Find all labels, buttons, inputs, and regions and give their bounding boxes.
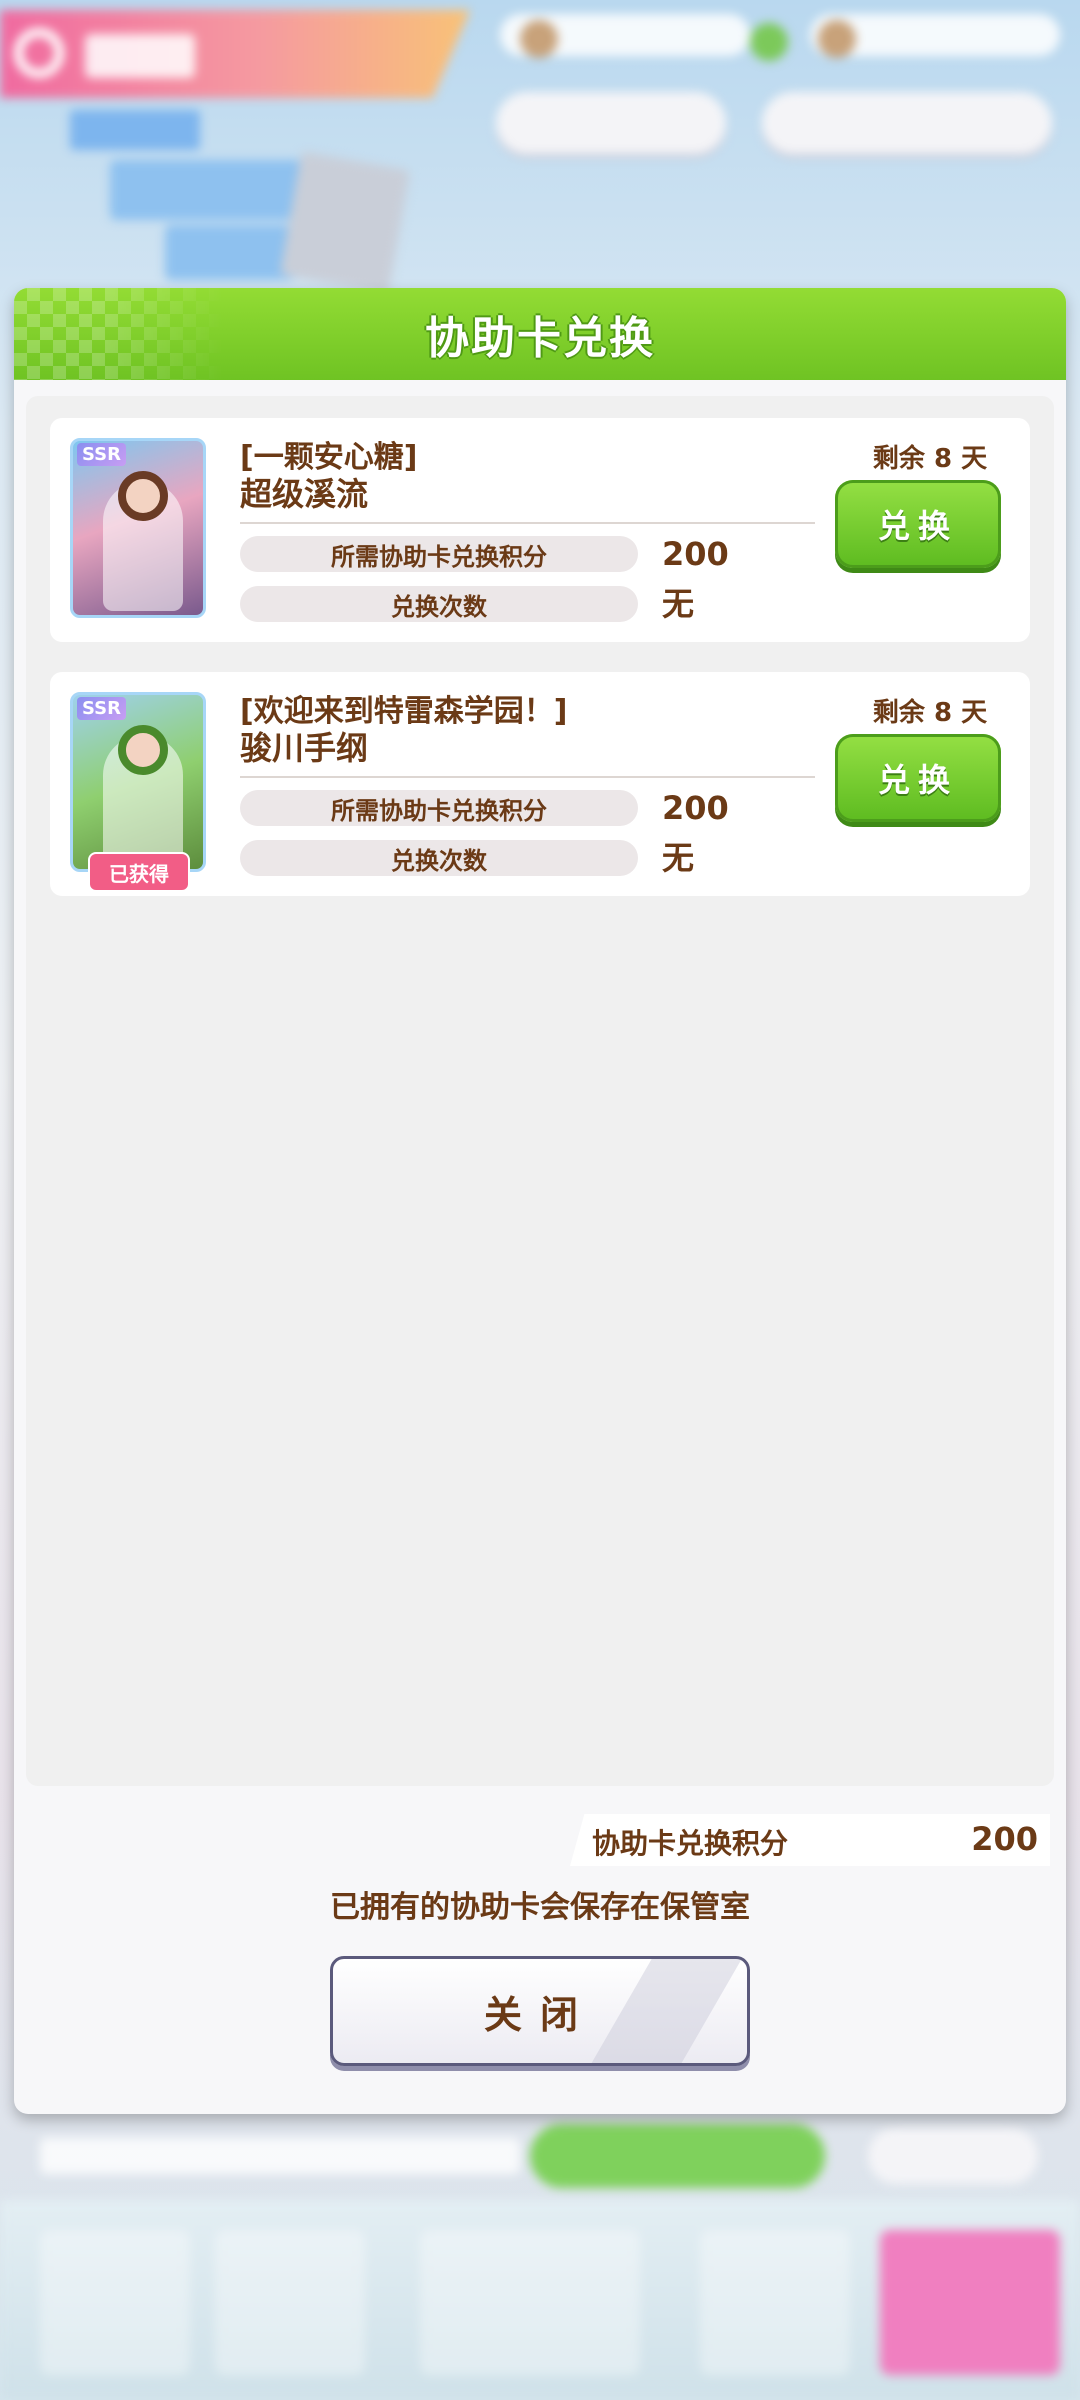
- bg-white-button: [868, 2128, 1038, 2184]
- bg-nav-tab-active: [880, 2230, 1060, 2375]
- rarity-badge: SSR: [77, 443, 126, 466]
- points-summary: 协助卡兑换积分 200: [570, 1814, 1050, 1866]
- bg-resource-bar-2: [810, 14, 1060, 58]
- bg-nav-tab: [40, 2230, 190, 2375]
- points-value: 200: [971, 1820, 1038, 1858]
- cost-label: 所需协助卡兑换积分: [240, 790, 638, 826]
- cost-value: 200: [662, 789, 729, 827]
- bg-nav-tab: [420, 2230, 640, 2375]
- cost-value: 200: [662, 535, 729, 573]
- bg-resource-bar-1: [500, 14, 788, 61]
- exchange-button[interactable]: 兑换: [835, 480, 1001, 568]
- close-button[interactable]: 关闭: [330, 1956, 750, 2066]
- card-title: [欢迎来到特雷森学园！]: [240, 694, 568, 729]
- card-title: [一颗安心糖]: [240, 440, 418, 475]
- bg-banner: [70, 110, 200, 150]
- bg-card-image: [279, 151, 411, 294]
- list-item: SSR [一颗安心糖] 超级溪流 所需协助卡兑换积分 200 兑换次数 无 剩余…: [50, 418, 1030, 642]
- count-value: 无: [662, 839, 695, 877]
- dialog-title: 协助卡兑换: [425, 313, 655, 364]
- bg-banner: [165, 225, 295, 280]
- card-list[interactable]: SSR [一颗安心糖] 超级溪流 所需协助卡兑换积分 200 兑换次数 无 剩余…: [26, 396, 1054, 1786]
- character-head: [118, 471, 168, 521]
- bg-back-icon: [14, 28, 64, 78]
- remaining-days: 剩余 8 天: [872, 444, 988, 474]
- storage-note: 已拥有的协助卡会保存在保管室: [330, 1890, 750, 1925]
- rarity-badge: SSR: [77, 697, 126, 720]
- bg-pill-button-2: [762, 92, 1052, 154]
- bg-header-title: [85, 34, 195, 78]
- exchange-dialog: 协助卡兑换 SSR [一颗安心糖] 超级溪流 所需协助卡兑换积分 200 兑换次…: [14, 288, 1066, 2114]
- owned-badge: 已获得: [88, 852, 190, 892]
- bg-green-button: [530, 2124, 825, 2188]
- card-thumbnail[interactable]: SSR: [70, 438, 206, 618]
- count-label: 兑换次数: [240, 840, 638, 876]
- exchange-button[interactable]: 兑换: [835, 734, 1001, 822]
- close-button-label: 关闭: [483, 1992, 596, 2037]
- bg-points-bar: [40, 2138, 520, 2174]
- button-shine: [570, 1959, 747, 2063]
- cost-label: 所需协助卡兑换积分: [240, 536, 638, 572]
- dialog-header: 协助卡兑换: [14, 288, 1066, 380]
- card-thumbnail[interactable]: SSR: [70, 692, 206, 872]
- bg-plus-icon: [750, 23, 788, 61]
- divider: [240, 776, 815, 778]
- bg-resource-icon: [520, 20, 558, 58]
- remaining-days: 剩余 8 天: [872, 698, 988, 728]
- divider: [240, 522, 815, 524]
- character-head: [118, 725, 168, 775]
- list-item: SSR 已获得 [欢迎来到特雷森学园！] 骏川手纲 所需协助卡兑换积分 200 …: [50, 672, 1030, 896]
- bg-pill-button-1: [496, 92, 726, 154]
- bg-nav-tab: [700, 2230, 850, 2375]
- card-name: 超级溪流: [240, 475, 369, 513]
- count-label: 兑换次数: [240, 586, 638, 622]
- count-value: 无: [662, 585, 695, 623]
- points-label: 协助卡兑换积分: [592, 1827, 789, 1860]
- bg-resource-icon: [818, 20, 856, 58]
- header-pattern: [14, 288, 224, 380]
- bg-screen-header: [0, 10, 470, 98]
- bg-banner: [110, 160, 320, 220]
- card-name: 骏川手纲: [240, 729, 369, 767]
- bg-nav-tab: [215, 2230, 365, 2375]
